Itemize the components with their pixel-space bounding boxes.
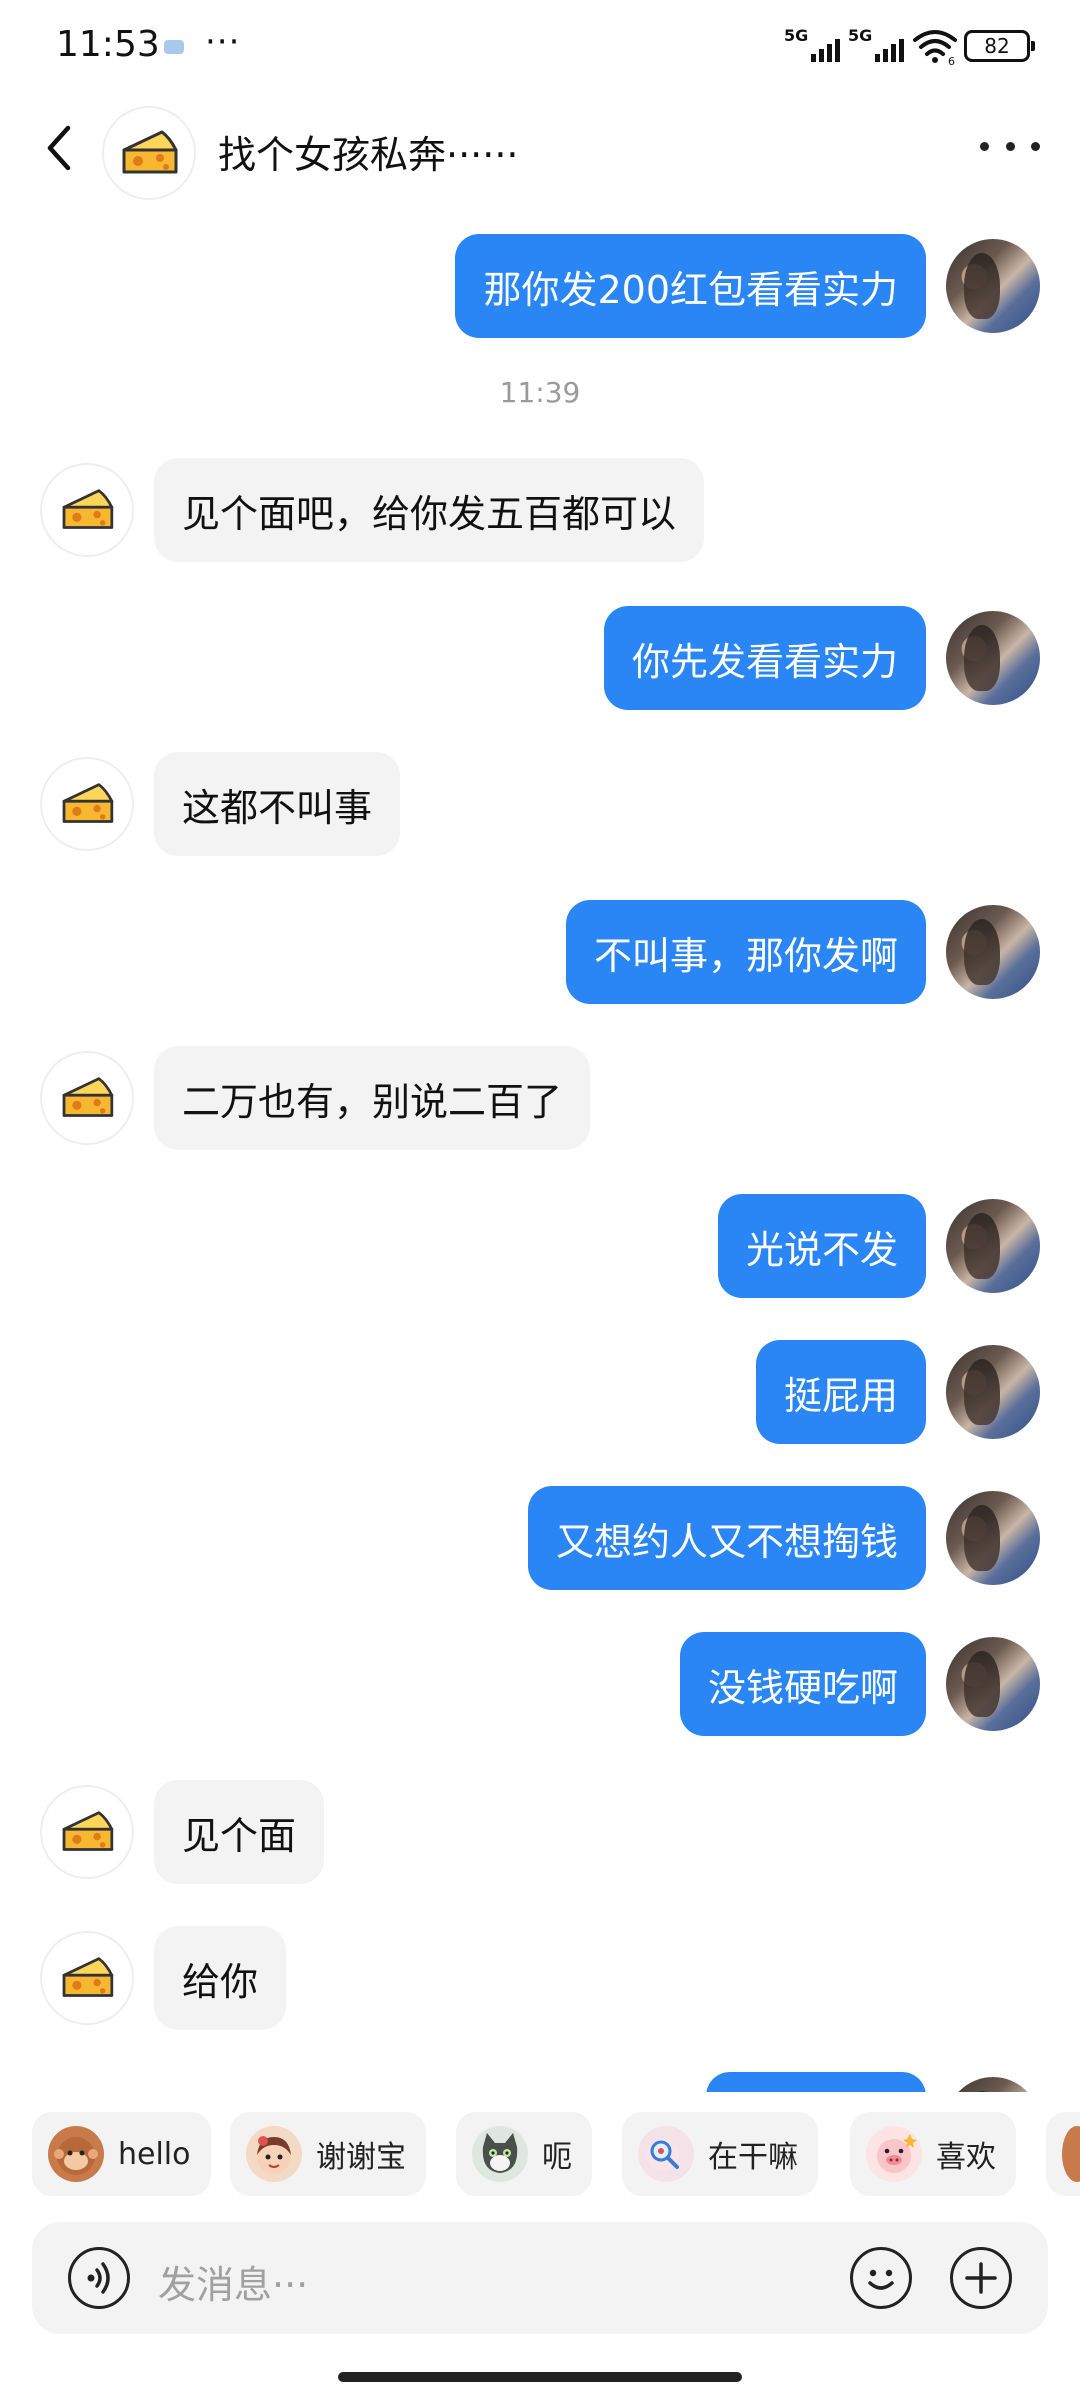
wifi-icon: 6 xyxy=(913,30,957,66)
notification-icon xyxy=(164,40,184,54)
message-list[interactable]: 那你发200红包看看实力 11:39 见个面吧，给你发五百都可以 你先发看看实力… xyxy=(0,200,1080,2092)
cheese-icon xyxy=(62,783,114,823)
battery-level: 82 xyxy=(984,34,1010,58)
message-bubble[interactable]: 那你发200红包看看实力 xyxy=(455,234,926,338)
message-bubble[interactable]: 见个面 xyxy=(154,1780,325,1884)
message-bubble[interactable]: 又想约人又不想掏钱 xyxy=(527,1486,926,1590)
chat-header: 找个女孩私奔······ xyxy=(0,96,1080,200)
signal-label-2: 5G xyxy=(848,26,873,45)
back-button[interactable] xyxy=(40,120,80,176)
self-avatar[interactable] xyxy=(946,1345,1040,1439)
message-bubble[interactable]: 光说不发 xyxy=(717,1194,926,1298)
message-input-bar: 发消息··· xyxy=(32,2222,1048,2334)
self-avatar[interactable] xyxy=(946,1637,1040,1731)
contact-avatar[interactable] xyxy=(40,1051,134,1145)
cat-sticker-icon xyxy=(472,2126,528,2182)
quick-reply-chip[interactable]: 喜欢 xyxy=(850,2112,1016,2196)
status-bar: 11:53 ··· 5G 5G 6 82 xyxy=(0,0,1080,96)
message-row-outgoing: 光说不发 xyxy=(717,1194,1040,1298)
chat-title[interactable]: 找个女孩私奔······ xyxy=(218,124,518,179)
message-row-outgoing: 又想约人又不想掏钱 xyxy=(527,1486,1040,1590)
more-dot xyxy=(1031,141,1040,151)
more-dot xyxy=(980,141,989,151)
message-row-outgoing: 那你发200红包看看实力 xyxy=(455,234,1040,338)
battery-icon: 82 xyxy=(964,30,1035,62)
quick-reply-label: 在干嘛 xyxy=(708,2140,798,2175)
contact-avatar[interactable] xyxy=(102,106,196,200)
message-input[interactable]: 发消息··· xyxy=(158,2254,308,2309)
quick-reply-chip[interactable]: 呃 xyxy=(456,2112,592,2196)
message-row-incoming: 给你 xyxy=(40,1926,287,2030)
signal-label: 5G xyxy=(784,26,809,45)
quick-reply-label: 谢谢宝 xyxy=(316,2140,406,2175)
message-bubble-partial[interactable] xyxy=(706,2072,926,2092)
self-avatar[interactable] xyxy=(946,1491,1040,1585)
smiley-icon xyxy=(868,2269,894,2290)
quick-reply-chip[interactable]: 谢谢宝 xyxy=(230,2112,426,2196)
self-avatar[interactable] xyxy=(946,2077,1040,2092)
quick-reply-label: hello xyxy=(118,2136,191,2172)
message-bubble[interactable]: 二万也有，别说二百了 xyxy=(154,1046,591,1150)
home-indicator[interactable] xyxy=(338,2372,742,2382)
plus-button[interactable] xyxy=(950,2247,1012,2309)
message-bubble[interactable]: 不叫事，那你发啊 xyxy=(565,900,926,1004)
self-avatar[interactable] xyxy=(946,905,1040,999)
quick-reply-bar[interactable]: hello 谢谢宝 呃 在干嘛 喜欢 xyxy=(0,2112,1080,2200)
cheese-icon xyxy=(62,1957,114,1997)
sticker-icon xyxy=(1062,2126,1080,2182)
wifi-badge: 6 xyxy=(948,55,955,66)
cheese-icon xyxy=(122,130,178,174)
message-bubble[interactable]: 挺屁用 xyxy=(755,1340,926,1444)
status-time: 11:53 xyxy=(56,24,160,65)
message-row-incoming: 见个面 xyxy=(40,1780,325,1884)
message-timestamp: 11:39 xyxy=(499,376,581,409)
message-row-outgoing: 你先发看看实力 xyxy=(603,606,1040,710)
quick-reply-label: 喜欢 xyxy=(936,2140,996,2175)
contact-avatar[interactable] xyxy=(40,757,134,851)
girl-sticker-icon xyxy=(246,2126,302,2182)
message-row-incoming: 二万也有，别说二百了 xyxy=(40,1046,591,1150)
voice-icon xyxy=(87,2262,110,2294)
message-bubble[interactable]: 见个面吧，给你发五百都可以 xyxy=(154,458,705,562)
pig-sticker-icon xyxy=(866,2126,922,2182)
self-avatar[interactable] xyxy=(946,239,1040,333)
message-row-outgoing: 挺屁用 xyxy=(755,1340,1040,1444)
magnifier-sticker-icon xyxy=(638,2126,694,2182)
voice-button[interactable] xyxy=(68,2247,130,2309)
contact-avatar[interactable] xyxy=(40,463,134,557)
message-row-outgoing-partial xyxy=(706,2072,1040,2092)
signal-icon-2: 5G xyxy=(848,26,906,66)
emoji-button[interactable] xyxy=(850,2247,912,2309)
quick-reply-label: 呃 xyxy=(542,2140,572,2175)
message-bubble[interactable]: 这都不叫事 xyxy=(154,752,401,856)
message-row-outgoing: 不叫事，那你发啊 xyxy=(565,900,1040,1004)
message-bubble[interactable]: 没钱硬吃啊 xyxy=(679,1632,926,1736)
status-more-dots: ··· xyxy=(205,22,241,62)
message-row-incoming: 见个面吧，给你发五百都可以 xyxy=(40,458,705,562)
message-row-incoming: 这都不叫事 xyxy=(40,752,401,856)
message-bubble[interactable]: 你先发看看实力 xyxy=(603,606,926,710)
cheese-icon xyxy=(62,1811,114,1851)
contact-avatar[interactable] xyxy=(40,1931,134,2025)
cheese-icon xyxy=(62,489,114,529)
message-bubble[interactable]: 给你 xyxy=(154,1926,287,2030)
plus-icon xyxy=(965,2262,997,2294)
self-avatar[interactable] xyxy=(946,1199,1040,1293)
quick-reply-chip[interactable]: 在干嘛 xyxy=(622,2112,818,2196)
message-row-outgoing: 没钱硬吃啊 xyxy=(679,1632,1040,1736)
quick-reply-chip-partial[interactable] xyxy=(1046,2112,1080,2196)
more-dot xyxy=(1005,141,1015,151)
cheese-icon xyxy=(62,1077,114,1117)
more-options-button[interactable] xyxy=(980,126,1040,166)
quick-reply-chip[interactable]: hello xyxy=(32,2112,211,2196)
monkey-sticker-icon xyxy=(48,2126,104,2182)
self-avatar[interactable] xyxy=(946,611,1040,705)
contact-avatar[interactable] xyxy=(40,1785,134,1879)
signal-icon: 5G xyxy=(784,26,842,66)
